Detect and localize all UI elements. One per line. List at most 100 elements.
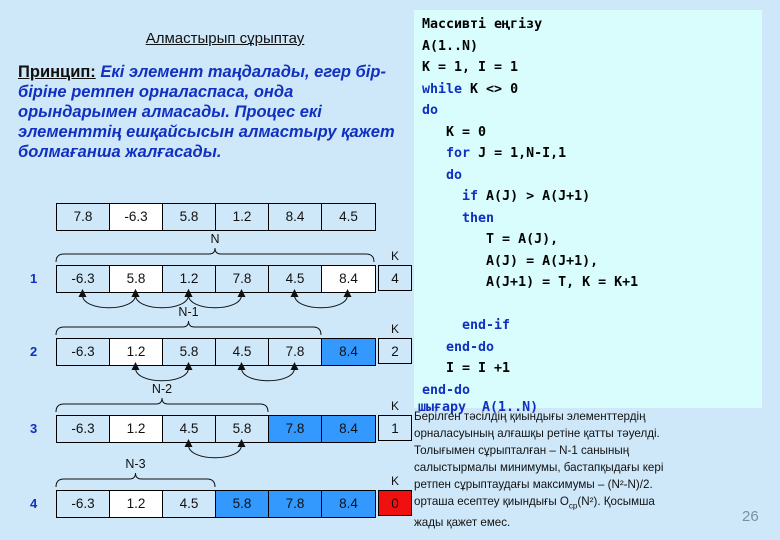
code-text: T = A(J),: [422, 232, 559, 247]
k-counter-box: 0: [378, 490, 412, 516]
code-keyword: do: [446, 167, 463, 183]
k-counter-box: 1: [378, 415, 412, 441]
array-cell: 7.8: [216, 266, 269, 292]
code-line: for J = 1,N-I,1: [422, 143, 770, 165]
array-cell: 7.8: [57, 204, 110, 230]
code-line: K = 1, I = 1: [422, 57, 770, 79]
array-row: -6.3 1.2 4.5 5.8 7.8 8.4: [56, 415, 376, 443]
code-line: if A(J) > A(J+1): [422, 186, 770, 208]
array-cell: 7.8: [269, 416, 322, 442]
summary-text-part: (N²). Қосымша: [577, 495, 655, 508]
range-bracket-label: N-1: [178, 305, 199, 319]
array-cell: 5.8: [216, 416, 269, 442]
code-keyword: end-do: [446, 339, 495, 355]
array-cell: 1.2: [163, 266, 216, 292]
summary-line: салыстырмалы минимумы, бастапқыдағы кері: [414, 461, 664, 474]
code-text: A(J) = A(J+1),: [422, 253, 599, 269]
array-row: 7.8 -6.3 5.8 1.2 8.4 4.5: [56, 203, 376, 231]
code-line: end-if: [422, 315, 770, 337]
code-keyword: for: [446, 146, 471, 161]
code-line: then: [422, 208, 770, 230]
code-text: K <> 0: [462, 81, 519, 97]
array-cell: 4.5: [163, 416, 216, 442]
k-counter-box: 4: [378, 265, 412, 291]
k-counter-label: K: [390, 249, 399, 263]
summary-line: Берілген тәсілдің қиындығы элементтердің: [414, 410, 646, 423]
code-line: A(J) = A(J+1),: [422, 251, 770, 273]
array-cell: 4.5: [216, 339, 269, 365]
array-cell: 8.4: [269, 204, 322, 230]
array-cell: -6.3: [57, 491, 110, 517]
array-row: -6.3 5.8 1.2 7.8 4.5 8.4: [56, 265, 376, 293]
code-line: K = 0: [422, 122, 770, 144]
array-cell: 1.2: [110, 416, 163, 442]
code-line: I = I +1: [422, 358, 770, 380]
k-counter-label: K: [390, 322, 399, 336]
code-line: while K <> 0: [422, 79, 770, 101]
code-line: T = A(J),: [422, 229, 770, 251]
summary-text-part: орташа есептеу қиындығы O: [414, 495, 569, 508]
k-counter-label: K: [390, 474, 399, 488]
array-cell: 5.8: [163, 204, 216, 230]
code-keyword: end-if: [462, 318, 511, 333]
code-text: J = 1,N-I,1: [470, 146, 567, 161]
array-cell: -6.3: [57, 416, 110, 442]
code-line: do: [422, 100, 770, 122]
principle-block: Принцип: Екі элемент таңдалады, егер бір…: [18, 62, 408, 162]
array-row: -6.3 1.2 4.5 5.8 7.8 8.4: [56, 490, 376, 518]
array-row: -6.3 1.2 5.8 4.5 7.8 8.4: [56, 338, 376, 366]
array-cell: 5.8: [163, 339, 216, 365]
array-cell: 1.2: [110, 339, 163, 365]
array-cell: 4.5: [269, 266, 322, 292]
pass-number: 2: [30, 344, 38, 359]
array-cell: 5.8: [216, 491, 269, 517]
code-text: K = 1, I = 1: [422, 60, 519, 75]
array-cell: -6.3: [57, 266, 110, 292]
code-text: K = 0: [422, 124, 487, 140]
code-line: A(1..N): [422, 36, 770, 58]
array-cell: 8.4: [322, 266, 375, 292]
array-cell: -6.3: [57, 339, 110, 365]
array-cell: 1.2: [216, 204, 269, 230]
code-keyword: if: [462, 189, 479, 204]
code-text: A(1..N): [422, 38, 479, 54]
code-keyword: do: [422, 103, 439, 118]
summary-line: ретпен сұрыптаудағы максимумы – (N²-N)/2…: [414, 478, 653, 491]
k-counter-box: 2: [378, 338, 412, 364]
summary-text: Берілген тәсілдің қиындығы элементтердің…: [414, 408, 774, 531]
summary-line: Толығымен сұрыпталған – N-1 санының: [414, 444, 630, 457]
array-cell: 1.2: [110, 491, 163, 517]
code-text: A(J+1) = T, K = K+1: [422, 275, 639, 290]
slide-canvas: Алмастырып сұрыптау Принцип: Екі элемент…: [0, 0, 780, 540]
array-cell: -6.3: [110, 204, 163, 230]
code-text: A(J) > A(J+1): [478, 189, 591, 204]
code-keyword: then: [462, 210, 495, 226]
code-line: end-do: [422, 337, 770, 359]
summary-line: орташа есептеу қиындығы Oср(N²). Қосымша: [414, 493, 774, 514]
array-cell: 7.8: [269, 491, 322, 517]
array-cell: 8.4: [322, 491, 375, 517]
code-text: Массивті еңгізу: [422, 17, 543, 32]
summary-line: жады қажет емес.: [414, 516, 511, 530]
code-keyword: while: [422, 81, 463, 97]
summary-line: орналасуының алғашқы ретіне қатты тәуелд…: [414, 427, 660, 440]
array-cell: 5.8: [110, 266, 163, 292]
pass-number: 1: [30, 271, 38, 286]
range-bracket-label: N-2: [151, 382, 173, 396]
code-line: Массивті еңгізу: [422, 14, 770, 36]
code-line: A(J+1) = T, K = K+1: [422, 272, 770, 294]
array-cell: 8.4: [322, 416, 375, 442]
page-title: Алмастырып сұрыптау: [145, 30, 305, 47]
code-text: I = I +1: [422, 361, 511, 376]
pass-number: 3: [30, 421, 38, 436]
array-cell: 4.5: [163, 491, 216, 517]
k-counter-label: K: [390, 399, 399, 413]
range-bracket-label: N-3: [125, 457, 146, 471]
